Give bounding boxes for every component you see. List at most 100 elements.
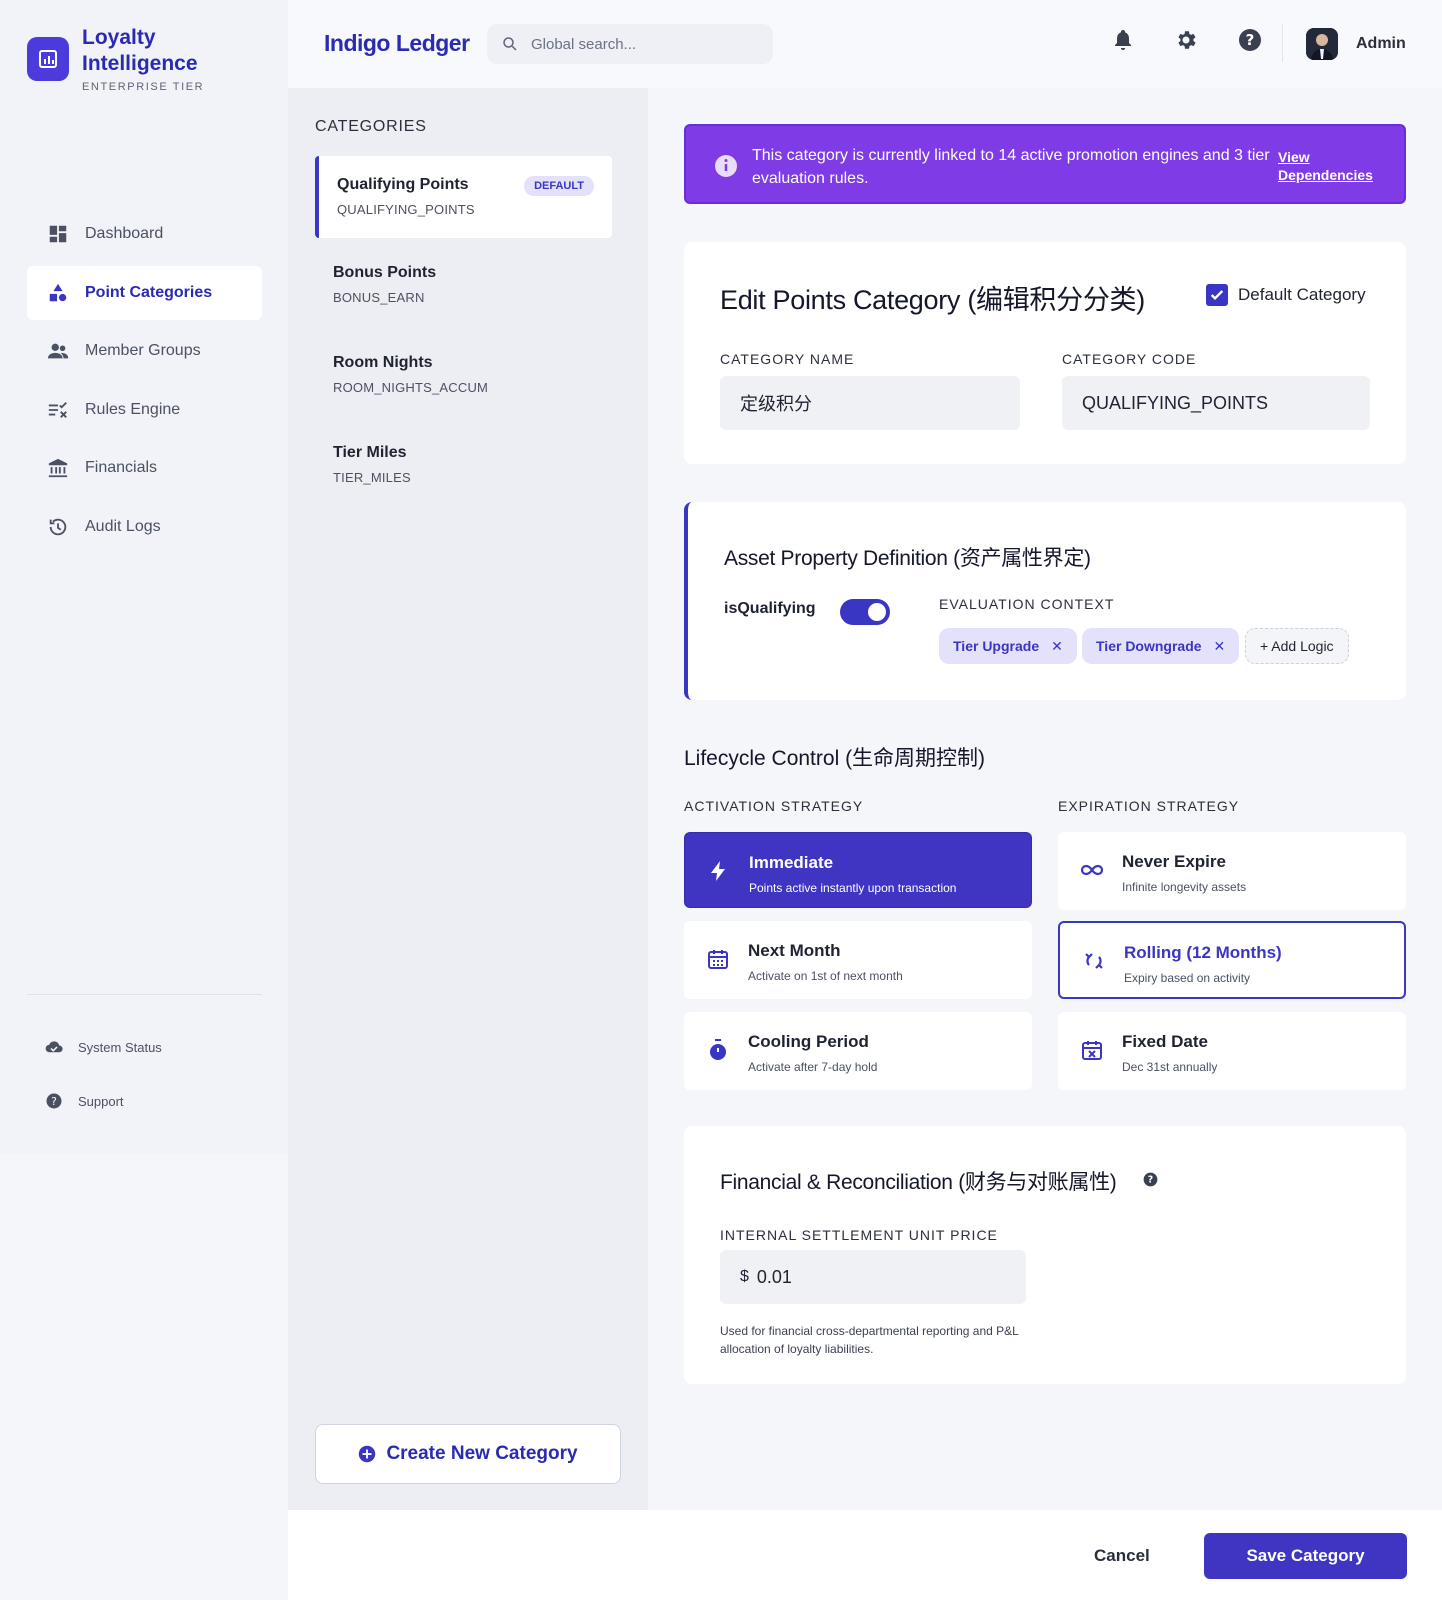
lifecycle-title: Lifecycle Control (生命周期控制) [684, 747, 986, 770]
dashboard-icon [49, 225, 67, 243]
nav-item-audit-logs[interactable]: Audit Logs [27, 500, 262, 554]
option-title: Fixed Date [1122, 1032, 1208, 1051]
brand-name: Loyalty Intelligence [82, 26, 198, 75]
category-code: QUALIFYING_POINTS [337, 202, 475, 217]
option-subtitle: Points active instantly upon transaction [749, 881, 957, 895]
unit-price-input[interactable]: $ 0.01 [720, 1250, 1026, 1304]
category-name-label: CATEGORY NAME [720, 351, 855, 367]
activation-option-next-month[interactable]: Next Month Activate on 1st of next month [684, 921, 1032, 999]
main-nav: Dashboard Point Categories Member Groups… [27, 207, 262, 559]
nav-label: Point Categories [85, 283, 213, 301]
info-icon [715, 155, 737, 177]
nav-item-rules-engine[interactable]: Rules Engine [27, 383, 262, 437]
close-icon[interactable]: ✕ [1051, 638, 1063, 655]
add-logic-button[interactable]: + Add Logic [1245, 628, 1349, 664]
nav-label: Financials [85, 459, 158, 477]
nav-label: Rules Engine [85, 400, 181, 418]
unit-price-label: INTERNAL SETTLEMENT UNIT PRICE [720, 1227, 998, 1243]
system-status-link[interactable]: System Status [45, 1038, 162, 1056]
category-code: TIER_MILES [333, 470, 411, 485]
infinity-icon [1080, 864, 1104, 876]
category-item[interactable]: Bonus Points BONUS_EARN [315, 244, 612, 326]
asset-title: Asset Property Definition (资产属性界定) [724, 547, 1091, 570]
evaluation-context-label: EVALUATION CONTEXT [939, 596, 1115, 612]
brand[interactable]: Loyalty Intelligence ENTERPRISE TIER [27, 25, 212, 93]
avatar[interactable] [1306, 28, 1338, 60]
topbar-separator [1282, 24, 1283, 62]
group-icon [47, 343, 69, 359]
is-qualifying-toggle[interactable] [840, 599, 890, 625]
chip-tier-upgrade: Tier Upgrade ✕ [939, 628, 1077, 664]
sidebar-divider [27, 994, 262, 995]
activation-option-cooling-period[interactable]: Cooling Period Activate after 7-day hold [684, 1012, 1032, 1090]
action-footer: Cancel Save Category [288, 1510, 1442, 1600]
app-title: Indigo Ledger [324, 30, 470, 56]
category-item[interactable]: Room Nights ROOM_NIGHTS_ACCUM [315, 334, 612, 416]
activation-option-immediate[interactable]: Immediate Points active instantly upon t… [684, 832, 1032, 908]
nav-label: Member Groups [85, 342, 201, 360]
support-link[interactable]: ? Support [45, 1092, 124, 1110]
bolt-icon [711, 861, 725, 881]
category-name: Room Nights [333, 354, 433, 371]
default-category-checkbox[interactable]: Default Category [1206, 284, 1366, 306]
categories-heading: CATEGORIES [315, 118, 427, 135]
category-item[interactable]: Qualifying Points QUALIFYING_POINTS DEFA… [315, 156, 612, 238]
gear-icon[interactable] [1174, 28, 1198, 52]
edit-title: Edit Points Category (编辑积分分类) [720, 285, 1145, 315]
expiration-option-fixed-date[interactable]: Fixed Date Dec 31st annually [1058, 1012, 1406, 1090]
category-code-input[interactable]: QUALIFYING_POINTS [1062, 376, 1370, 430]
default-category-label: Default Category [1238, 285, 1366, 304]
user-avatar-icon [1306, 28, 1338, 60]
user-name[interactable]: Admin [1356, 35, 1406, 53]
close-icon[interactable]: ✕ [1214, 638, 1226, 655]
dependency-banner: This category is currently linked to 14 … [684, 124, 1406, 204]
svg-text:?: ? [1246, 31, 1255, 49]
history-icon [49, 518, 67, 536]
is-qualifying-label: isQualifying [724, 600, 816, 617]
activation-strategy-label: ACTIVATION STRATEGY [684, 798, 864, 814]
expiration-strategy-label: EXPIRATION STRATEGY [1058, 798, 1240, 814]
save-category-button[interactable]: Save Category [1204, 1533, 1407, 1579]
asset-property-card: Asset Property Definition (资产属性界定) isQua… [684, 502, 1406, 700]
banner-text: This category is currently linked to 14 … [752, 147, 1270, 187]
plus-circle-icon [359, 1445, 376, 1463]
option-title: Cooling Period [748, 1032, 869, 1051]
nav-item-member-groups[interactable]: Member Groups [27, 324, 262, 378]
svg-text:?: ? [51, 1096, 57, 1108]
topbar: Indigo Ledger ? Admin [288, 0, 1442, 88]
support-label: Support [78, 1093, 124, 1109]
category-list-panel: CATEGORIES Qualifying Points QUALIFYING_… [288, 88, 648, 1510]
brand-tier: ENTERPRISE TIER [82, 81, 205, 93]
nav-item-financials[interactable]: Financials [27, 441, 262, 495]
create-category-button[interactable]: Create New Category [315, 1424, 621, 1484]
default-badge: DEFAULT [524, 176, 594, 196]
option-subtitle: Expiry based on activity [1124, 971, 1251, 985]
cancel-button[interactable]: Cancel [1094, 1546, 1150, 1566]
timer-icon [710, 1039, 726, 1060]
create-category-label: Create New Category [386, 1443, 578, 1464]
system-status-label: System Status [78, 1039, 162, 1055]
expiration-option-never-expire[interactable]: Never Expire Infinite longevity assets [1058, 832, 1406, 910]
nav-item-point-categories[interactable]: Point Categories [27, 265, 262, 320]
option-title: Never Expire [1122, 852, 1226, 871]
check-icon [1210, 290, 1224, 300]
search-icon [503, 37, 517, 51]
unit-price-note: Used for financial cross-departmental re… [720, 1324, 1019, 1356]
sidebar: Loyalty Intelligence ENTERPRISE TIER Das… [0, 0, 288, 1154]
category-name-input[interactable]: 定级积分 [720, 376, 1020, 430]
help-icon[interactable]: ? [1143, 1172, 1158, 1187]
nav-item-dashboard[interactable]: Dashboard [27, 207, 262, 261]
search-input[interactable] [531, 35, 751, 53]
chip-label: Tier Downgrade [1096, 638, 1202, 654]
category-item[interactable]: Tier Miles TIER_MILES [315, 424, 612, 506]
chip-tier-downgrade: Tier Downgrade ✕ [1082, 628, 1240, 664]
view-dependencies-link[interactable]: View Dependencies [1278, 148, 1388, 184]
bell-icon[interactable] [1111, 28, 1135, 52]
option-title: Immediate [749, 853, 834, 872]
financial-card: Financial & Reconciliation (财务与对账属性) ? I… [684, 1126, 1406, 1384]
option-title: Rolling (12 Months) [1124, 943, 1282, 962]
svg-text:?: ? [1148, 1175, 1153, 1186]
global-search[interactable] [487, 24, 773, 64]
help-circle-icon[interactable]: ? [1238, 28, 1262, 52]
expiration-option-rolling[interactable]: Rolling (12 Months) Expiry based on acti… [1058, 921, 1406, 999]
